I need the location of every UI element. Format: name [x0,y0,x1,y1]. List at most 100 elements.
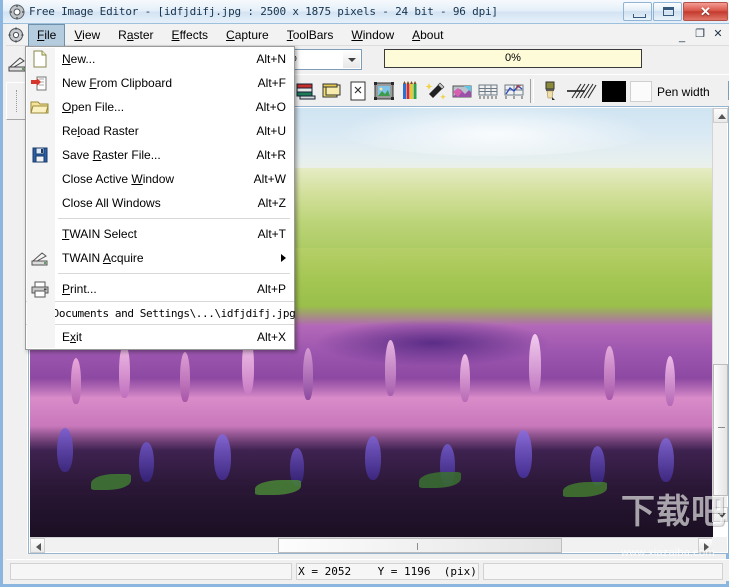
menu-toolbars[interactable]: ToolBars [278,26,343,45]
mdi-gear-icon [8,27,24,43]
vertical-scroll-thumb[interactable] [713,364,728,496]
vetch-flower [658,438,675,482]
image-frame-icon[interactable] [372,79,396,103]
scroll-right-button[interactable] [698,538,713,553]
magic-wand-icon[interactable] [424,79,448,103]
vetch-flower [590,446,606,486]
menu-item-label: Print... [62,282,97,296]
menu-item-label: TWAIN Select [62,227,137,241]
menu-item-save-raster-file[interactable]: Save Raster File... Alt+R [26,143,294,167]
menu-item-list: FFileile View Raster Effects Capture Too… [28,24,452,46]
close-button[interactable]: ✕ [683,2,728,21]
file-menu-dropdown: New... Alt+N New From Clipboard Alt+F Op… [25,46,296,350]
progress-label: 0% [505,52,521,64]
canvas-vertical-scrollbar[interactable] [712,108,728,522]
open-folder-icon [30,101,49,114]
menu-item-new-from-clipboard[interactable]: New From Clipboard Alt+F [26,71,294,95]
menu-item-accelerator: Alt+R [256,148,286,162]
menu-item-label: Reload Raster [62,124,139,138]
menu-item-twain-acquire[interactable]: TWAIN Acquire [26,246,294,270]
printer-icon [31,281,49,298]
canvas-horizontal-scrollbar[interactable] [30,537,713,553]
page-icon[interactable] [346,79,370,103]
mdi-window-controls: _ ❐ ✕ [674,27,726,43]
status-panel-right [483,563,723,580]
grid-icon[interactable] [476,79,500,103]
menu-item-twain-select[interactable]: TWAIN Select Alt+T [26,222,294,246]
menu-raster[interactable]: Raster [109,26,162,45]
menu-item-accelerator: Alt+T [257,227,286,241]
floppy-save-icon [32,147,48,163]
menu-about[interactable]: About [403,26,452,45]
window-controls: ✕ [623,2,728,21]
status-bar: X = 2052 Y = 1196 (pix) [6,559,729,581]
vetch-flower [514,430,532,478]
scanner-icon [31,252,48,266]
menu-item-new[interactable]: New... Alt+N [26,47,294,71]
flower-spike [70,358,81,404]
menu-separator [58,218,290,219]
menu-item-exit[interactable]: Exit Alt+X [26,325,294,349]
title-bar: Free Image Editor - [idfjdifj.jpg : 2500… [3,0,729,24]
foreground-color-swatch[interactable] [602,81,626,102]
background-color-swatch[interactable] [630,81,652,102]
paste-clipboard-icon [31,76,47,91]
menu-capture[interactable]: Capture [217,26,278,45]
menu-item-reload-raster[interactable]: Reload Raster Alt+U [26,119,294,143]
menu-item-accelerator: Alt+P [256,282,286,296]
menu-view[interactable]: View [65,26,109,45]
histogram-icon[interactable] [502,79,526,103]
scroll-up-button[interactable] [713,108,728,123]
scroll-left-button[interactable] [30,538,45,553]
menu-item-accelerator: Alt+U [256,124,286,138]
flower-spike [528,334,541,394]
minimize-button[interactable] [623,2,652,21]
hatch-icon[interactable] [570,79,598,103]
menu-item-accelerator: Alt+F [257,76,286,90]
paint-brush-icon[interactable] [538,79,562,103]
stack-icon[interactable] [320,79,344,103]
blend-icon[interactable] [450,79,474,103]
flower-spike [603,346,615,400]
flower-spike [665,356,676,406]
dark-flower-clump [316,320,550,366]
menu-item-open-file[interactable]: Open File... Alt+O [26,95,294,119]
menu-effects[interactable]: Effects [163,26,217,45]
mdi-close-button[interactable]: ✕ [710,27,726,43]
menu-item-accelerator: Alt+W [253,172,286,186]
status-panel-left [10,563,292,580]
status-coordinates: X = 2052 Y = 1196 (pix) [296,563,479,580]
toolbar-separator [530,79,534,103]
menu-item-recent-file[interactable]: C:\Documents and Settings\...\idfjdifj.j… [26,302,296,324]
chevron-down-icon[interactable] [343,51,360,68]
menu-item-close-all-windows[interactable]: Close All Windows Alt+Z [26,191,294,215]
vetch-flower [214,434,232,480]
menu-item-accelerator: Alt+X [256,330,286,344]
menu-file[interactable]: FFileile [28,24,66,46]
menu-item-label: TWAIN Acquire [62,251,144,265]
flower-spike [180,352,191,402]
maximize-button[interactable] [653,2,682,21]
pen-width-label: Pen width [657,85,710,99]
menu-bar: FFileile View Raster Effects Capture Too… [6,24,729,46]
layers-icon[interactable] [294,79,318,103]
menu-item-label: Save Raster File... [62,148,161,162]
menu-window[interactable]: Window [342,26,403,45]
menu-item-label: Exit [62,330,83,344]
menu-item-label: Close Active Window [62,172,175,186]
toolbar-grip-line [16,90,18,112]
new-document-icon [33,50,47,68]
mdi-restore-button[interactable]: ❐ [692,27,708,43]
application-window: Free Image Editor - [idfjdifj.jpg : 2500… [0,0,729,587]
flower-spike [303,348,314,400]
vetch-flower [57,428,74,472]
close-icon: ✕ [700,4,711,19]
app-gear-icon [9,4,25,20]
menu-item-accelerator: Alt+N [256,52,286,66]
mdi-minimize-button[interactable]: _ [674,27,690,43]
menu-item-close-active-window[interactable]: Close Active Window Alt+W [26,167,294,191]
menu-item-print[interactable]: Print... Alt+P [26,277,294,301]
scroll-down-button[interactable] [713,507,728,522]
palette-icon[interactable] [398,79,422,103]
horizontal-scroll-thumb[interactable] [278,538,562,553]
